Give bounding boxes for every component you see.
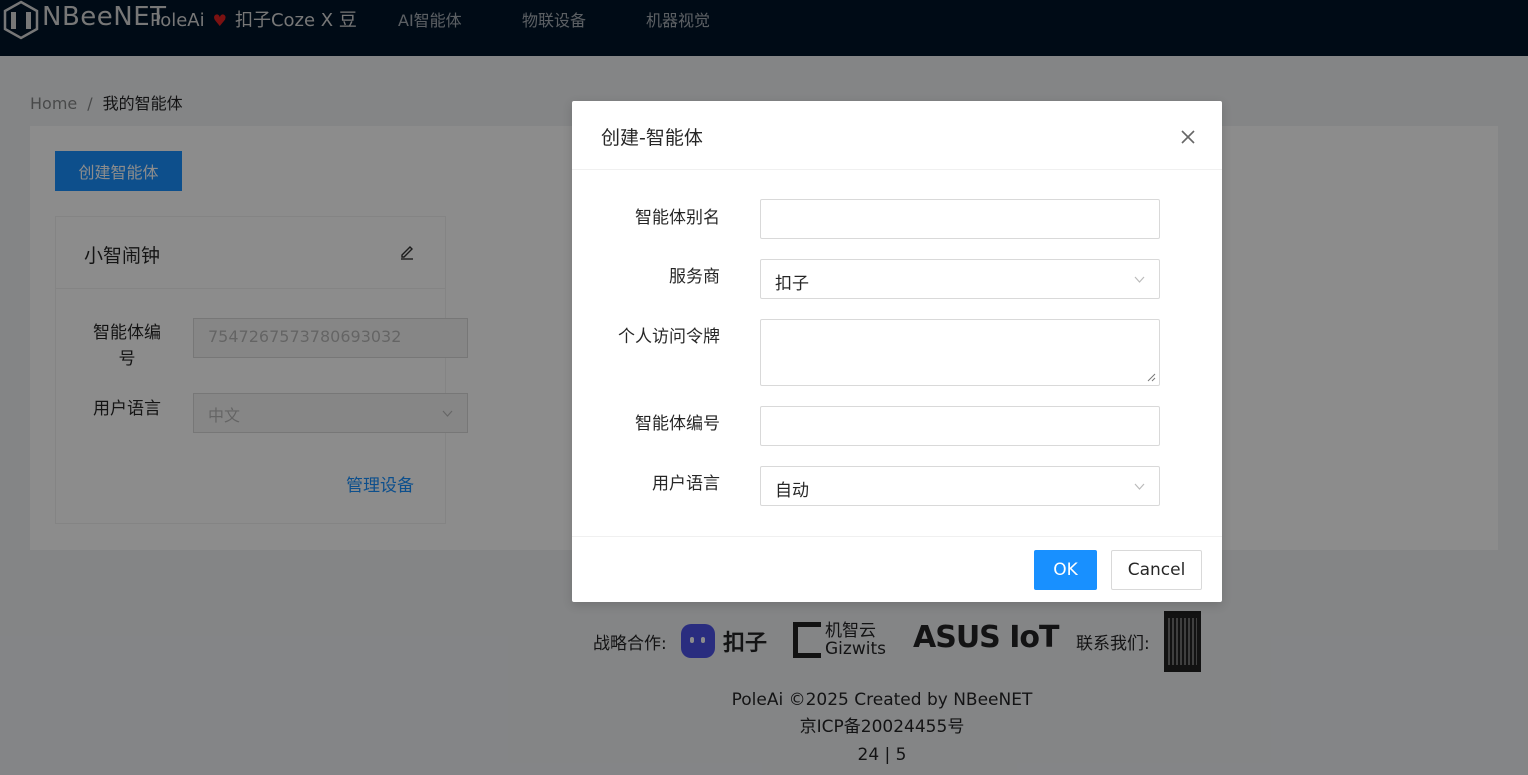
agent-id-label: 智能体编号 (635, 414, 720, 434)
modal-title: 创建-智能体 (601, 127, 703, 149)
user-lang-label: 用户语言 (652, 474, 720, 494)
provider-label: 服务商 (669, 267, 720, 287)
token-textarea[interactable] (760, 319, 1160, 386)
ok-button[interactable]: OK (1034, 550, 1097, 590)
create-agent-modal: 创建-智能体 智能体别名 服务商 扣子 个人访问令牌 智能体编号 用户语言 自动… (572, 101, 1222, 602)
provider-select[interactable]: 扣子 (760, 259, 1160, 299)
close-icon[interactable] (1178, 127, 1198, 147)
modal-footer: OK Cancel (572, 536, 1222, 602)
alias-label: 智能体别名 (635, 208, 720, 228)
user-lang-value: 自动 (775, 481, 809, 501)
alias-input[interactable] (760, 199, 1160, 239)
chevron-down-icon (1134, 483, 1145, 490)
modal-header: 创建-智能体 (572, 101, 1222, 170)
cancel-button[interactable]: Cancel (1111, 550, 1202, 590)
user-lang-select[interactable]: 自动 (760, 466, 1160, 506)
resize-handle-icon[interactable] (1146, 372, 1156, 382)
chevron-down-icon (1134, 276, 1145, 283)
provider-value: 扣子 (775, 274, 809, 294)
token-label: 个人访问令牌 (618, 327, 720, 347)
agent-id-input[interactable] (760, 406, 1160, 446)
